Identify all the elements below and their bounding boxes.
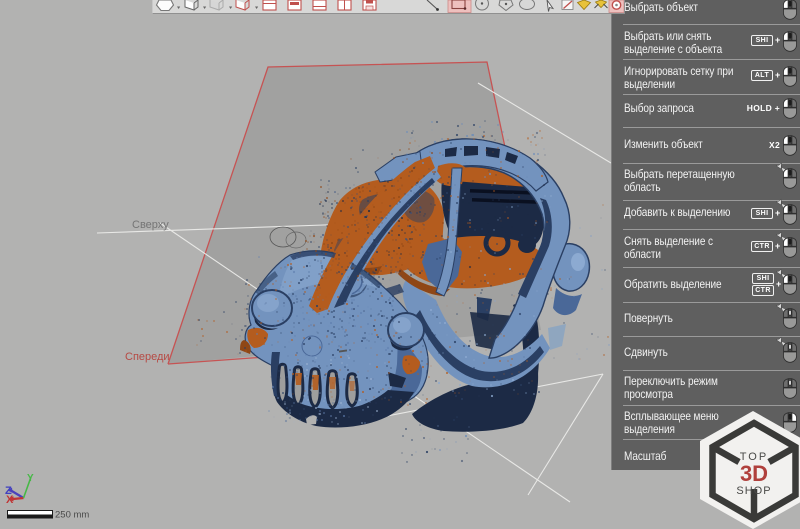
- svg-text:Сверху: Сверху: [132, 219, 169, 231]
- svg-text:X: X: [6, 494, 14, 506]
- svg-text:Y: Y: [27, 473, 34, 484]
- svg-text:250 mm: 250 mm: [55, 510, 89, 521]
- svg-text:SHOP: SHOP: [736, 485, 771, 497]
- svg-text:Спереди: Спереди: [125, 351, 170, 363]
- svg-text:3D: 3D: [740, 461, 768, 486]
